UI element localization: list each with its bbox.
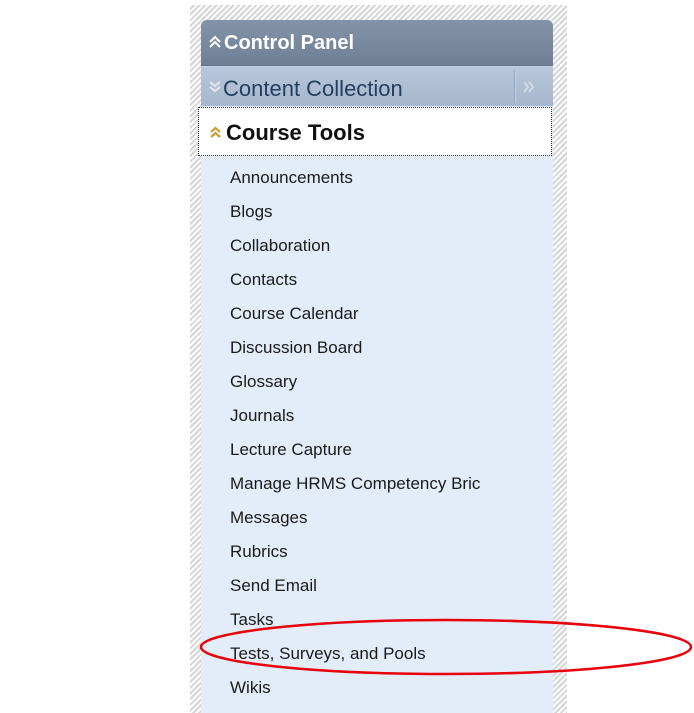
control-panel-title: Control Panel <box>224 32 355 54</box>
course-tools-list: Announcements Blogs Collaboration Contac… <box>201 161 553 705</box>
expand-chevron-icon <box>208 80 222 94</box>
tool-link-collaboration[interactable]: Collaboration <box>201 229 553 263</box>
tool-link-messages[interactable]: Messages <box>201 501 553 535</box>
tool-link-rubrics[interactable]: Rubrics <box>201 535 553 569</box>
control-panel-header[interactable]: Control Panel <box>201 20 553 66</box>
tool-link-glossary[interactable]: Glossary <box>201 365 553 399</box>
tool-link-journals[interactable]: Journals <box>201 399 553 433</box>
collapse-chevron-icon <box>209 125 222 139</box>
tool-link-course-calendar[interactable]: Course Calendar <box>201 297 553 331</box>
tool-link-lecture-capture[interactable]: Lecture Capture <box>201 433 553 467</box>
content-collection-header[interactable]: Content Collection <box>201 66 553 106</box>
content-collection-title: Content Collection <box>223 76 403 101</box>
tool-link-discussion-board[interactable]: Discussion Board <box>201 331 553 365</box>
header-divider <box>514 71 515 103</box>
tool-link-manage-hrms[interactable]: Manage HRMS Competency Bric <box>201 467 553 501</box>
tool-link-contacts[interactable]: Contacts <box>201 263 553 297</box>
tool-link-tests-surveys-pools[interactable]: Tests, Surveys, and Pools <box>201 637 553 671</box>
course-tools-header[interactable]: Course Tools <box>198 107 552 156</box>
collapse-chevron-icon <box>208 34 222 50</box>
tool-link-tasks[interactable]: Tasks <box>201 603 553 637</box>
course-tools-title: Course Tools <box>226 120 365 145</box>
double-right-chevron-icon[interactable] <box>522 80 536 94</box>
tool-link-blogs[interactable]: Blogs <box>201 195 553 229</box>
tool-link-send-email[interactable]: Send Email <box>201 569 553 603</box>
tool-link-announcements[interactable]: Announcements <box>201 161 553 195</box>
tool-link-wikis[interactable]: Wikis <box>201 671 553 705</box>
